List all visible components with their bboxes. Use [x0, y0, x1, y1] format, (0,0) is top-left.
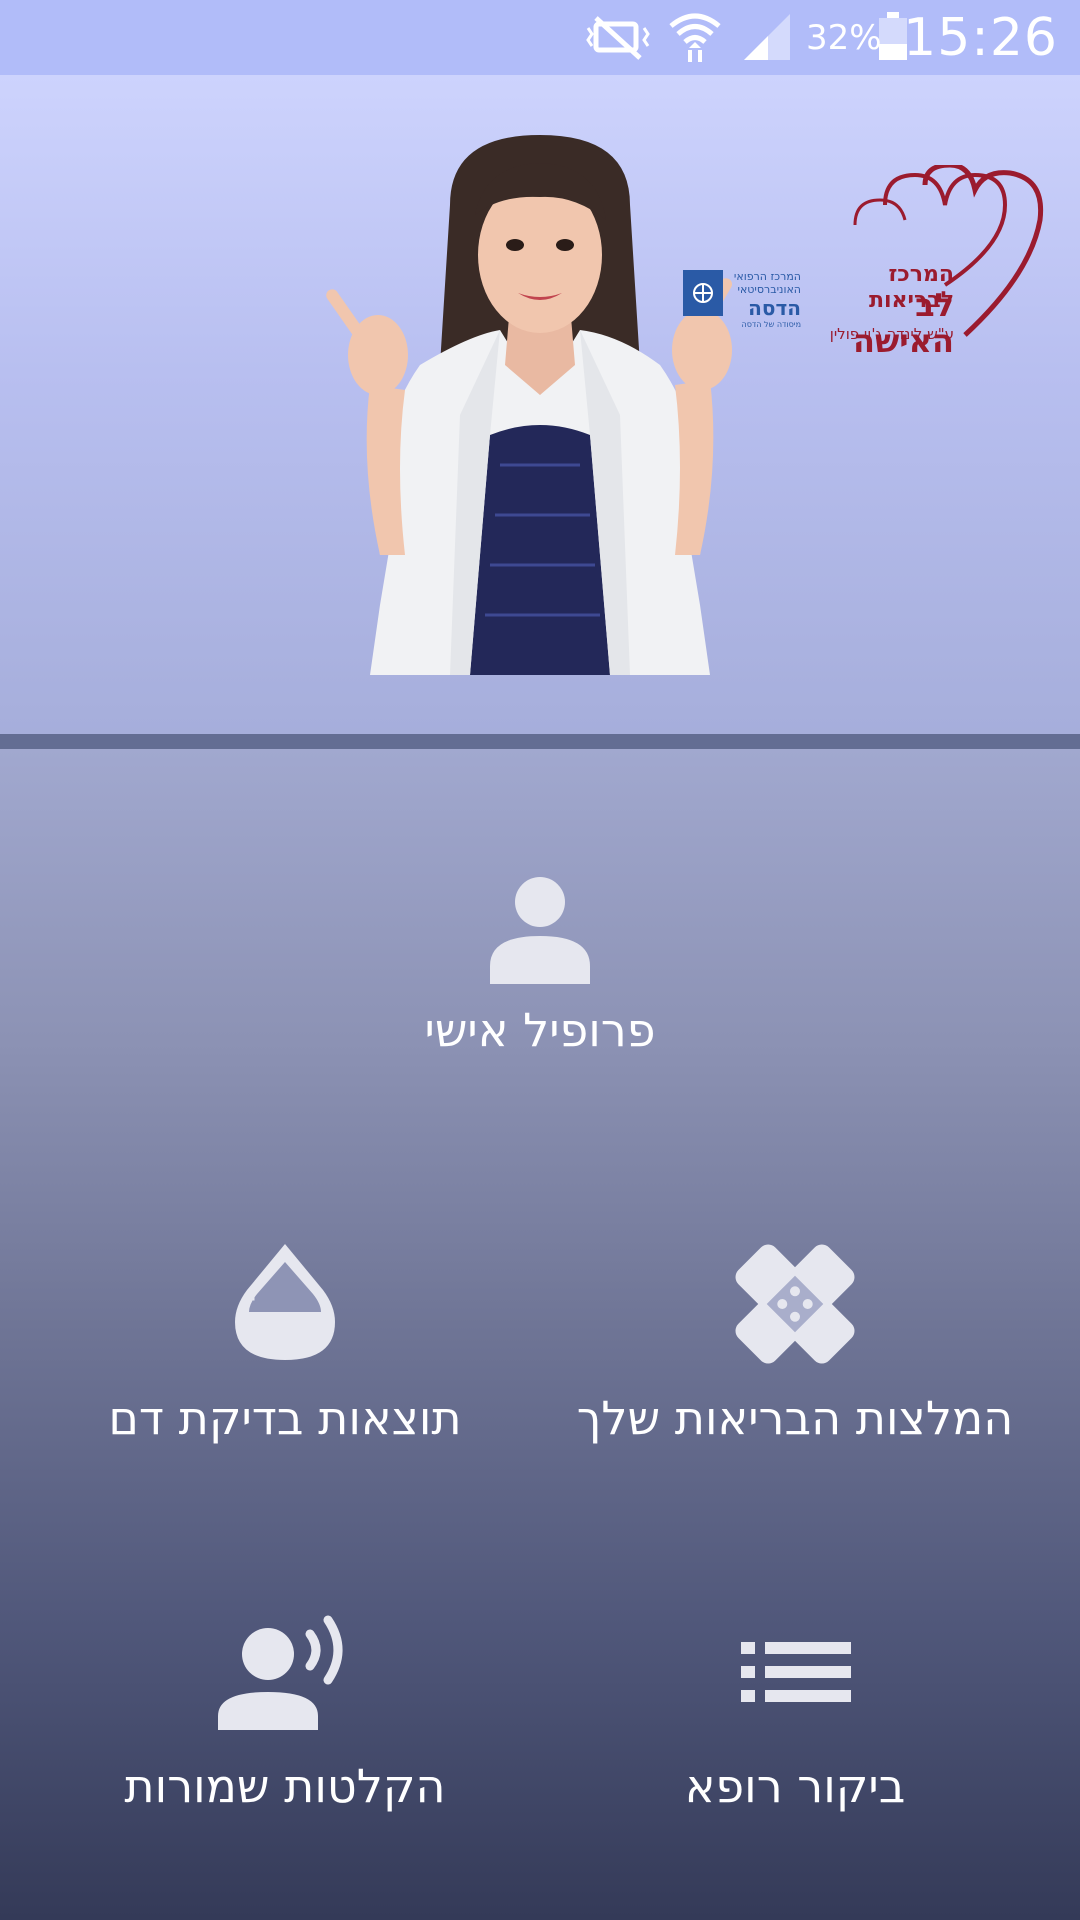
saved-recordings-button[interactable]: הקלטות שמורות: [45, 1604, 525, 1814]
person-icon: [490, 877, 590, 984]
logo-subtitle: ע"ש לינדה ג'וי פולין: [829, 325, 954, 343]
saved-recordings-label: הקלטות שמורות: [124, 1759, 446, 1813]
wifi-icon: [669, 13, 721, 62]
main-menu: פרופיל אישי המלצות הבריאות שלך תוצאות בד…: [0, 749, 1080, 1920]
hadassah-text-2: האוניברסיטאי: [737, 283, 801, 296]
mute-icon: [586, 16, 650, 60]
status-bar: 32% 15:26: [0, 0, 1080, 75]
hadassah-text-1: המרכז הרפואי: [733, 270, 801, 283]
hadassah-tagline: מיסודה של הדסה: [741, 320, 802, 329]
clock: 15:26: [903, 8, 1058, 68]
hero-banner: המרכז הרפואי האוניברסיטאי הדסה מיסודה של…: [0, 75, 1080, 734]
signal-icon: [744, 14, 790, 60]
health-tips-button[interactable]: המלצות הבריאות שלך: [555, 1236, 1035, 1446]
hero-divider: [0, 734, 1080, 749]
doctor-visit-button[interactable]: ביקור רופא: [555, 1604, 1035, 1814]
profile-label: פרופיל אישי: [424, 1003, 656, 1057]
blood-test-button[interactable]: תוצאות בדיקת דם: [45, 1236, 525, 1446]
hadassah-emblem-mark: [693, 283, 713, 303]
health-tips-label: המלצות הבריאות שלך: [576, 1391, 1014, 1445]
logo-title-2: לב האישה: [853, 286, 954, 360]
blood-drop-icon: [235, 1244, 335, 1360]
hadassah-logo: המרכז הרפואי האוניברסיטאי הדסה מיסודה של…: [683, 270, 801, 330]
doctor-visit-label: ביקור רופא: [684, 1759, 906, 1813]
voice-recording-icon: [218, 1615, 343, 1730]
spokesperson-photo: [326, 135, 732, 675]
profile-button[interactable]: פרופיל אישי: [300, 874, 780, 1058]
hadassah-name: הדסה: [748, 296, 801, 320]
battery-percent: 32%: [806, 18, 882, 58]
blood-test-label: תוצאות בדיקת דם: [108, 1391, 462, 1445]
bandage-icon: [735, 1244, 855, 1364]
list-icon: [741, 1642, 851, 1702]
